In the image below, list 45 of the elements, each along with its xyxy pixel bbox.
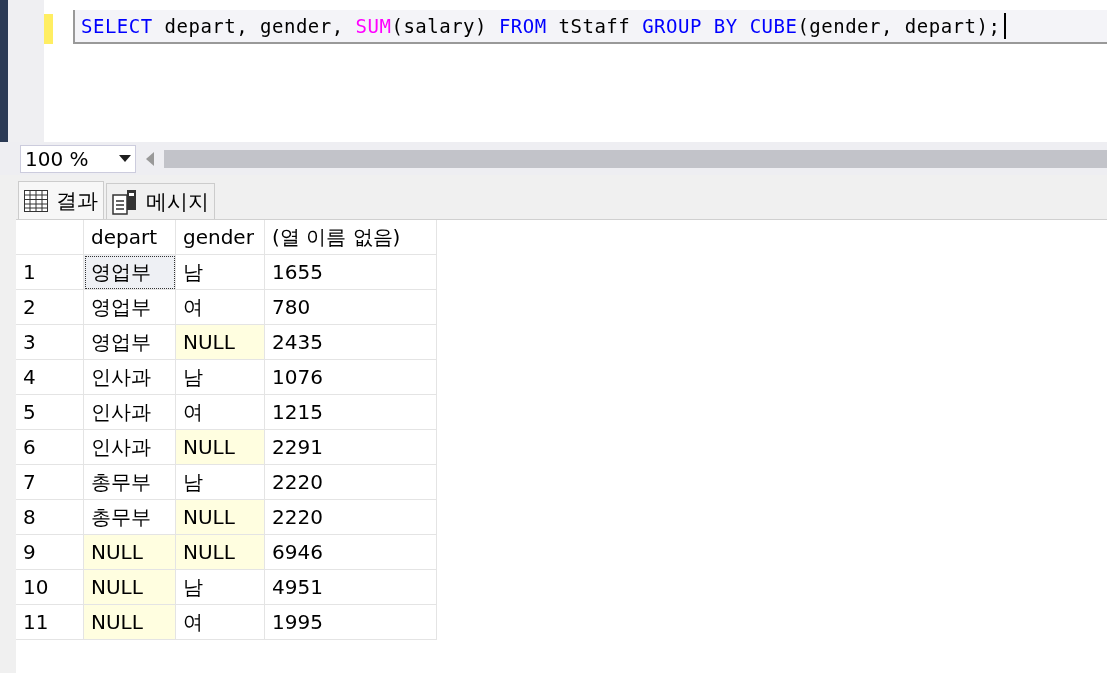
table-cell[interactable]: 780 <box>265 290 437 325</box>
result-tab[interactable]: 메시지 <box>106 183 215 219</box>
table-cell[interactable]: NULL <box>84 535 176 570</box>
row-number[interactable]: 8 <box>16 500 84 535</box>
table-cell[interactable]: 1995 <box>265 605 437 640</box>
row-number[interactable]: 2 <box>16 290 84 325</box>
row-number[interactable]: 6 <box>16 430 84 465</box>
grid-icon <box>24 189 48 212</box>
row-number[interactable]: 4 <box>16 360 84 395</box>
table-cell[interactable]: NULL <box>176 535 265 570</box>
table-cell[interactable]: 2220 <box>265 500 437 535</box>
table-cell[interactable]: 남 <box>176 255 265 290</box>
table-cell[interactable]: 영업부 <box>84 290 176 325</box>
document-icon <box>112 188 138 215</box>
table-cell[interactable]: 총무부 <box>84 465 176 500</box>
table-cell[interactable]: 인사과 <box>84 360 176 395</box>
scroll-left-icon[interactable] <box>146 151 154 166</box>
table-cell[interactable]: NULL <box>176 430 265 465</box>
zoom-dropdown[interactable]: 100 % <box>20 144 136 173</box>
table-cell[interactable]: 남 <box>176 360 265 395</box>
row-number[interactable]: 5 <box>16 395 84 430</box>
column-header[interactable]: (열 이름 없음) <box>265 220 437 255</box>
table-cell[interactable]: 남 <box>176 570 265 605</box>
table-cell[interactable]: 여 <box>176 605 265 640</box>
row-number[interactable]: 7 <box>16 465 84 500</box>
result-tab[interactable]: 결과 <box>18 181 104 219</box>
table-cell[interactable]: 영업부 <box>84 255 176 290</box>
horizontal-scrollbar[interactable] <box>164 149 1107 168</box>
dropdown-arrow-icon <box>119 155 131 162</box>
table-cell[interactable]: 1076 <box>265 360 437 395</box>
table-cell[interactable]: 2220 <box>265 465 437 500</box>
table-cell[interactable]: 2291 <box>265 430 437 465</box>
table-cell[interactable]: 인사과 <box>84 395 176 430</box>
table-cell[interactable]: 2435 <box>265 325 437 360</box>
table-cell[interactable]: NULL <box>84 570 176 605</box>
select-all-corner[interactable] <box>16 220 84 255</box>
table-cell[interactable]: NULL <box>176 500 265 535</box>
table-cell[interactable]: NULL <box>84 605 176 640</box>
table-cell[interactable]: 6946 <box>265 535 437 570</box>
table-cell[interactable]: 4951 <box>265 570 437 605</box>
table-cell[interactable]: 1655 <box>265 255 437 290</box>
row-number[interactable]: 3 <box>16 325 84 360</box>
table-cell[interactable]: NULL <box>176 325 265 360</box>
column-header[interactable]: gender <box>176 220 265 255</box>
table-cell[interactable]: 1215 <box>265 395 437 430</box>
